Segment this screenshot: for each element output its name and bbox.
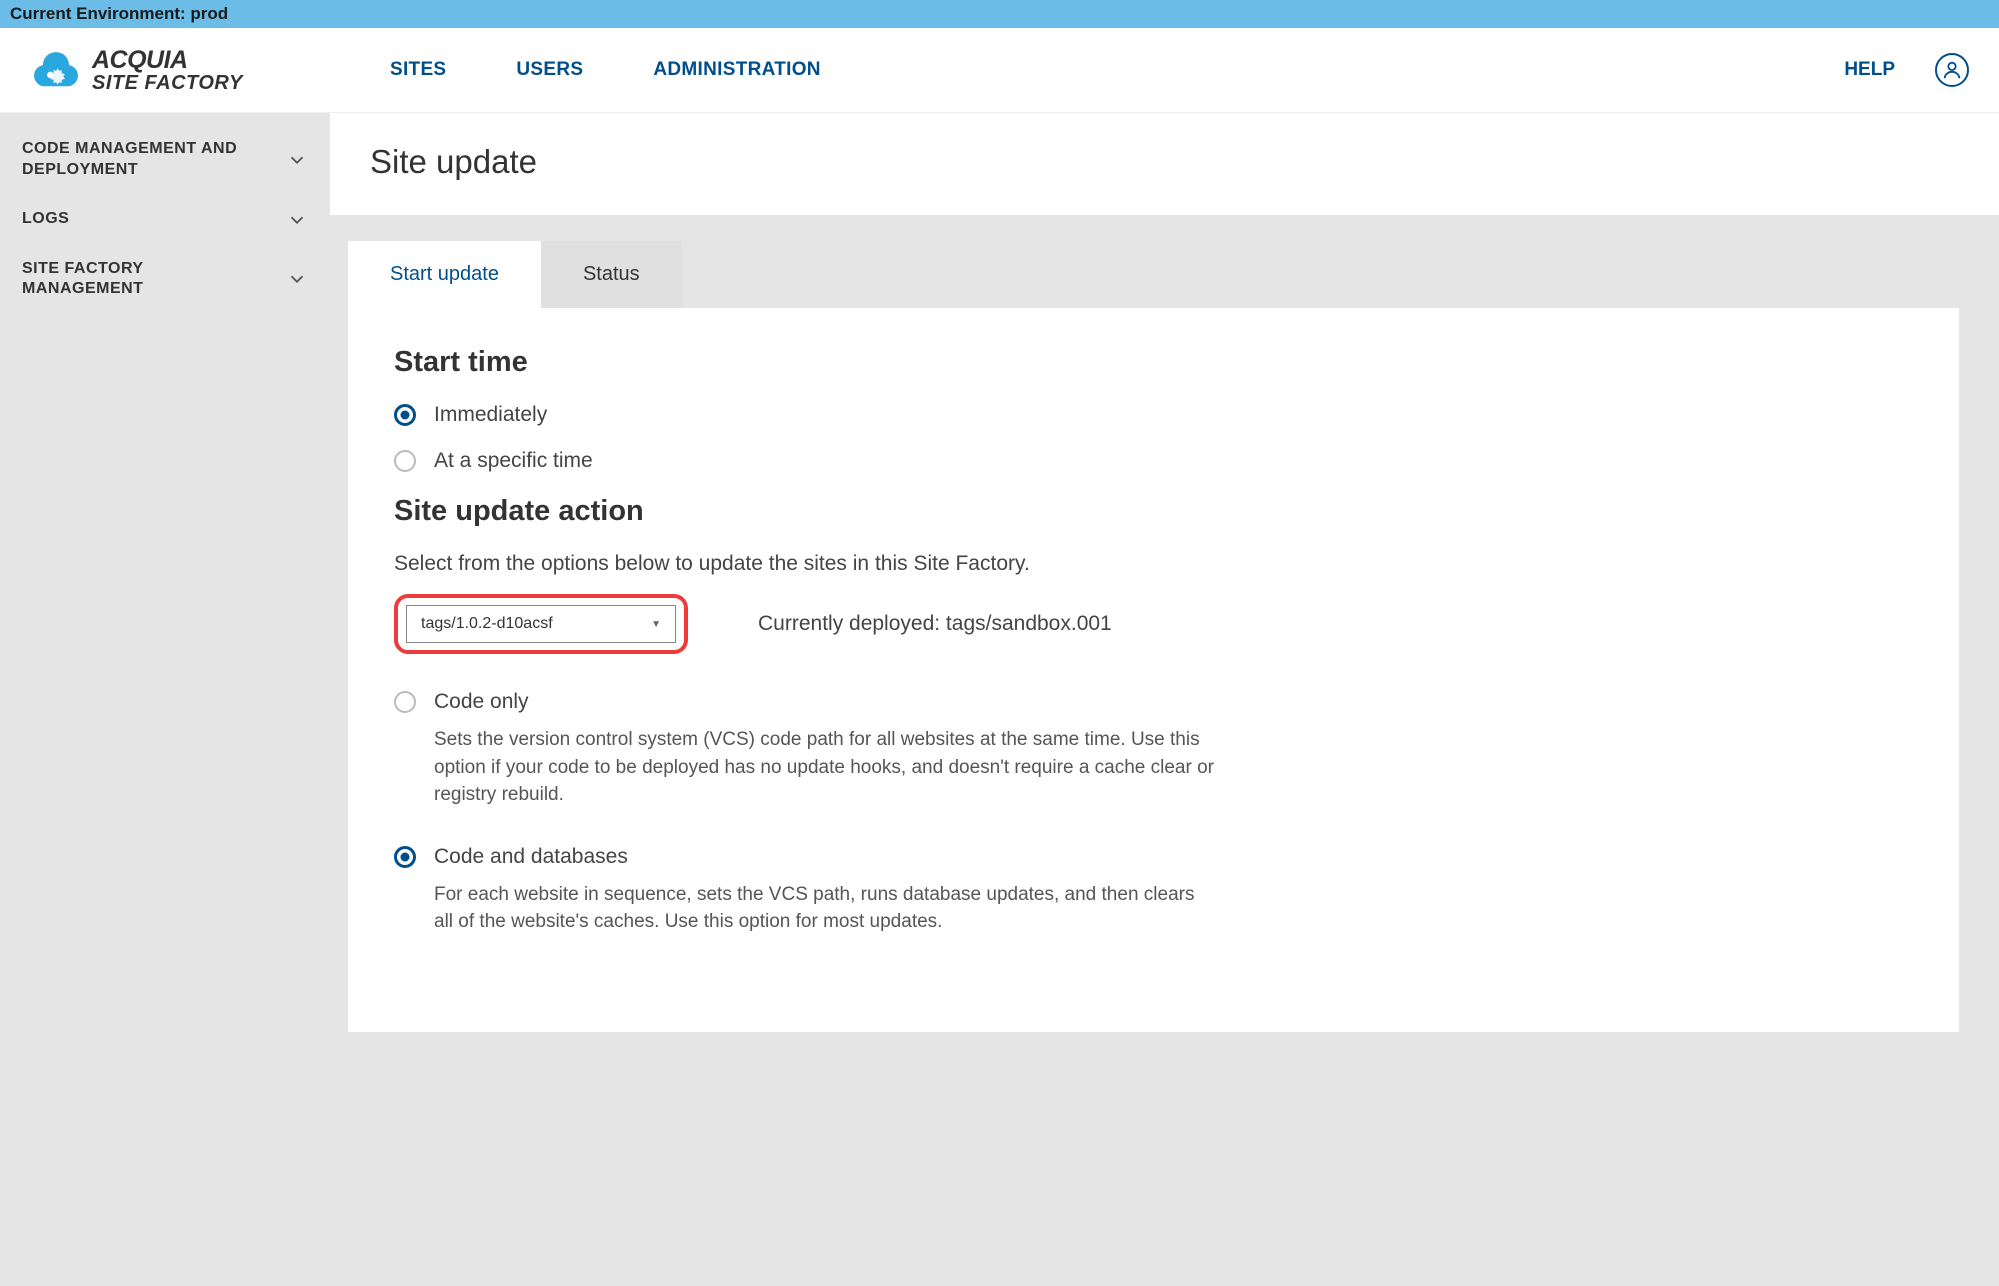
option-code-and-databases: Code and databases For each website in s… <box>394 845 1913 936</box>
sidebar: CODE MANAGEMENT AND DEPLOYMENT LOGS SITE… <box>0 113 330 1286</box>
nav-sites[interactable]: SITES <box>390 59 446 81</box>
radio-icon <box>394 450 416 472</box>
chevron-down-icon <box>286 149 308 171</box>
radio-code-and-databases[interactable]: Code and databases <box>394 845 1913 869</box>
acquia-cloud-icon <box>30 44 82 96</box>
page-title: Site update <box>370 143 1959 181</box>
currently-deployed: Currently deployed: tags/sandbox.001 <box>758 612 1112 636</box>
chevron-down-icon <box>286 209 308 231</box>
radio-icon <box>394 404 416 426</box>
radio-icon <box>394 691 416 713</box>
main-area: Site update Start update Status Start ti… <box>330 113 1999 1286</box>
sidebar-item-label: SITE FACTORY MANAGEMENT <box>22 259 262 301</box>
nav-help[interactable]: HELP <box>1844 59 1895 81</box>
brand-text: ACQUIA SITE FACTORY <box>92 48 243 93</box>
radio-immediately[interactable]: Immediately <box>394 403 1913 427</box>
option-label: Code only <box>434 690 529 714</box>
sidebar-item-label: CODE MANAGEMENT AND DEPLOYMENT <box>22 139 262 181</box>
tag-select-highlight: tags/1.0.2-d10acsf ▼ <box>394 594 688 654</box>
option-code-only: Code only Sets the version control syste… <box>394 690 1913 809</box>
sidebar-item-label: LOGS <box>22 209 69 230</box>
brand-line1: ACQUIA <box>92 48 243 73</box>
top-nav: SITES USERS ADMINISTRATION <box>390 59 821 81</box>
tabs: Start update Status <box>348 241 1959 308</box>
nav-users[interactable]: USERS <box>516 59 583 81</box>
tag-select-value: tags/1.0.2-d10acsf <box>421 615 553 633</box>
sidebar-item-code-management[interactable]: CODE MANAGEMENT AND DEPLOYMENT <box>0 125 330 195</box>
sidebar-item-site-factory-management[interactable]: SITE FACTORY MANAGEMENT <box>0 245 330 315</box>
radio-label: At a specific time <box>434 449 593 473</box>
environment-banner: Current Environment: prod <box>0 0 1999 28</box>
tab-status[interactable]: Status <box>541 241 682 308</box>
chevron-down-icon <box>286 268 308 290</box>
tag-select[interactable]: tags/1.0.2-d10acsf ▼ <box>406 605 676 643</box>
start-time-heading: Start time <box>394 346 1913 379</box>
radio-code-only[interactable]: Code only <box>394 690 1913 714</box>
radio-label: Immediately <box>434 403 547 427</box>
radio-specific-time[interactable]: At a specific time <box>394 449 1913 473</box>
sidebar-item-logs[interactable]: LOGS <box>0 195 330 245</box>
caret-down-icon: ▼ <box>651 619 661 630</box>
tab-start-update[interactable]: Start update <box>348 241 541 308</box>
user-menu-icon[interactable] <box>1935 53 1969 87</box>
nav-administration[interactable]: ADMINISTRATION <box>653 59 820 81</box>
form-panel: Start time Immediately At a specific tim… <box>348 308 1959 1032</box>
brand-logo[interactable]: ACQUIA SITE FACTORY <box>0 44 330 96</box>
site-update-action-heading: Site update action <box>394 495 1913 528</box>
option-description: Sets the version control system (VCS) co… <box>434 726 1214 809</box>
top-bar: ACQUIA SITE FACTORY SITES USERS ADMINIST… <box>0 28 1999 113</box>
brand-line2: SITE FACTORY <box>92 73 243 93</box>
option-label: Code and databases <box>434 845 628 869</box>
action-instruction: Select from the options below to update … <box>394 552 1913 576</box>
option-description: For each website in sequence, sets the V… <box>434 881 1214 936</box>
page-header: Site update <box>330 113 1999 215</box>
radio-icon <box>394 846 416 868</box>
